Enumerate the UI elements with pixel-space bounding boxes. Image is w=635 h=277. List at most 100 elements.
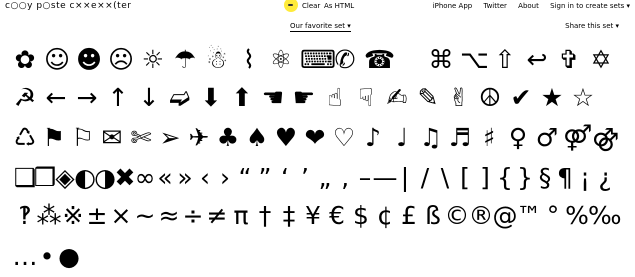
glyph-button[interactable]: ♪: [360, 118, 386, 158]
glyph-button[interactable]: ●: [56, 237, 82, 277]
glyph-button[interactable]: ❤: [302, 118, 328, 158]
glyph-button[interactable]: ←: [43, 78, 69, 118]
glyph-button[interactable]: ✌: [446, 78, 472, 118]
glyph-button[interactable]: ☂: [172, 40, 198, 80]
glyph-button[interactable]: ⌇: [236, 40, 262, 80]
glyph-button[interactable]: ✆: [332, 40, 358, 80]
glyph-button[interactable]: ☝: [322, 78, 348, 118]
glyph-button[interactable]: ⚑: [41, 118, 67, 158]
glyph-button[interactable]: ⁂: [36, 196, 62, 236]
share-set-dropdown[interactable]: Share this set ▾: [565, 22, 619, 30]
clear-button[interactable]: Clear: [302, 2, 320, 10]
glyph-button[interactable]: ➫: [167, 78, 193, 118]
glyph-button[interactable]: ÷: [180, 196, 206, 236]
glyph-button[interactable]: ⇧: [492, 40, 518, 80]
glyph-button[interactable]: ♯: [476, 118, 502, 158]
glyph-button[interactable]: ≈: [156, 196, 182, 236]
glyph-button[interactable]: ⬇: [198, 78, 224, 118]
glyph-button[interactable]: ☮: [477, 78, 503, 118]
glyph-button[interactable]: ※: [60, 196, 86, 236]
glyph-button[interactable]: ♺: [12, 118, 38, 158]
glyph-button[interactable]: ¥: [300, 196, 326, 236]
glyph-button[interactable]: ‡: [276, 196, 302, 236]
glyph-button[interactable]: ¢: [372, 196, 398, 236]
glyph-button[interactable]: ♡: [331, 118, 357, 158]
nav-iphone-app[interactable]: iPhone App: [433, 2, 473, 10]
glyph-button[interactable]: ✡: [588, 40, 614, 80]
glyph-button[interactable]: °: [540, 196, 566, 236]
glyph-button[interactable]: ±: [84, 196, 110, 236]
glyph-button[interactable]: ™: [516, 196, 542, 236]
glyph-button[interactable]: ⌥: [460, 40, 489, 80]
glyph-button[interactable]: ~: [132, 196, 158, 236]
glyph-button[interactable]: ☟: [353, 78, 379, 118]
glyph-button[interactable]: ♥: [273, 118, 299, 158]
glyph-button[interactable]: ☹: [108, 40, 134, 80]
glyph-button[interactable]: £: [396, 196, 422, 236]
glyph-button[interactable]: ☼: [140, 40, 166, 80]
nav-about[interactable]: About: [518, 2, 539, 10]
glyph-button[interactable]: ✎: [415, 78, 441, 118]
glyph-row: ❑ ❒ ◈ ◐ ◑ ✖ ∞ «» ‹ › “” ‘’ „ ‚ – — | / \[]{} § ¶ ¡ ¿: [0, 158, 635, 198]
glyph-button[interactable]: ⌘: [428, 40, 454, 80]
glyph-button[interactable]: @: [492, 196, 518, 236]
glyph-button[interactable]: ⚣: [592, 118, 619, 158]
glyph-button[interactable]: ♫: [418, 118, 444, 158]
glyph-button[interactable]: ®: [468, 196, 494, 236]
favorite-set-dropdown[interactable]: Our favorite set ▾: [290, 22, 351, 32]
glyph-button[interactable]: ⚐: [70, 118, 96, 158]
glyph-button[interactable]: ♣: [215, 118, 241, 158]
glyph-button[interactable]: ⬆: [229, 78, 255, 118]
glyph-button[interactable]: ⚛: [268, 40, 294, 80]
glyph-button[interactable]: ☺: [44, 40, 70, 80]
glyph-button[interactable]: ß: [420, 196, 446, 236]
glyph-button[interactable]: →: [74, 78, 100, 118]
glyph-button[interactable]: ☛: [291, 78, 317, 118]
glyph-button[interactable]: ↩: [524, 40, 550, 80]
glyph-button[interactable]: €: [324, 196, 350, 236]
glyph-button[interactable]: ☆: [570, 78, 596, 118]
glyph-button[interactable]: ♂: [534, 118, 560, 158]
glyph-button[interactable]: %: [564, 196, 590, 236]
glyph-button[interactable]: ↑: [105, 78, 131, 118]
glyph-button[interactable]: ✞: [556, 40, 582, 80]
as-html-button[interactable]: As HTML: [324, 2, 354, 10]
glyph-button[interactable]: ☎: [364, 40, 395, 80]
glyph-button[interactable]: ✉: [99, 118, 125, 158]
glyph-button[interactable]: ✿: [12, 40, 38, 80]
glyph-button[interactable]: $: [348, 196, 374, 236]
glyph-button[interactable]: ✄: [128, 118, 154, 158]
glyph-button[interactable]: ☚: [260, 78, 286, 118]
nav-twitter[interactable]: Twitter: [483, 2, 506, 10]
glyph-button[interactable]: †: [252, 196, 278, 236]
glyph-button[interactable]: ★: [539, 78, 565, 118]
glyph-button[interactable]: ➢: [157, 118, 183, 158]
glyph-button[interactable]: π: [228, 196, 254, 236]
glyph-button[interactable]: ♬: [447, 118, 473, 158]
glyph-button[interactable]: ♩: [389, 118, 415, 158]
glyph-button[interactable]: ⚤: [563, 118, 592, 158]
glyph-button[interactable]: ‰: [588, 196, 622, 236]
glyph-button[interactable]: ×: [108, 196, 134, 236]
glyph-row: … • ●: [0, 237, 635, 277]
glyph-row: ✿ ☺ ☻ ☹ ☼ ☂ ☃ ⌇ ⚛ ⌨ ✆ ☎ ⌘ ⌥ ⇧ ↩ ✞ ✡: [0, 40, 635, 80]
glyph-button[interactable]: ≠: [204, 196, 230, 236]
glyph-button[interactable]: [396, 40, 422, 80]
glyph-button[interactable]: ‽: [12, 196, 38, 236]
glyph-button[interactable]: ☻: [76, 40, 102, 80]
glyph-button[interactable]: ♠: [244, 118, 270, 158]
site-logo[interactable]: c○○y p○ste c××e××(ter: [5, 1, 131, 11]
glyph-button[interactable]: ☃: [204, 40, 230, 80]
glyph-button[interactable]: ♀: [505, 118, 531, 158]
glyph-button[interactable]: ✔: [508, 78, 534, 118]
glyph-button[interactable]: ©: [444, 196, 470, 236]
nav-sign-in[interactable]: Sign in to create sets ▾: [550, 2, 630, 10]
glyph-button[interactable]: ☭: [12, 78, 38, 118]
glyph-button[interactable]: ✍: [384, 78, 410, 118]
glyph-button[interactable]: ¿: [592, 158, 618, 198]
glyph-button[interactable]: ⌨: [300, 40, 336, 80]
smiley-icon[interactable]: [284, 0, 298, 12]
glyph-button[interactable]: ↓: [136, 78, 162, 118]
glyph-button[interactable]: ✈: [186, 118, 212, 158]
top-bar: c○○y p○ste c××e××(ter Clear As HTML iPho…: [0, 0, 635, 14]
